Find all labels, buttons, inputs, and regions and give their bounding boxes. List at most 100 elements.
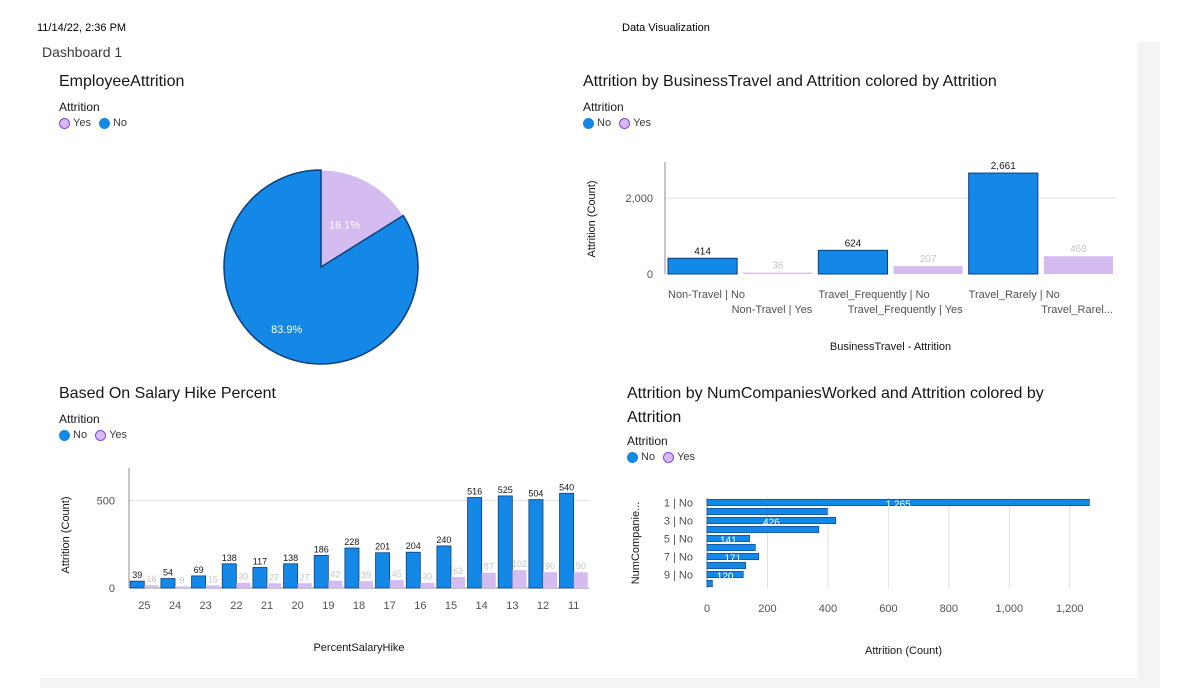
bar-value-label: 1,265: [886, 500, 911, 511]
bar-value-label: 204: [406, 541, 421, 551]
bar-value-label: 504: [528, 489, 543, 499]
bar-no: [344, 547, 360, 589]
y-tick-label: 9 | No: [664, 570, 693, 582]
bar: [817, 249, 888, 275]
bar-no: [191, 575, 207, 589]
no-swatch-icon: [59, 429, 70, 441]
x-tick-label: 21: [261, 600, 273, 612]
bar-value-label: 30: [422, 572, 432, 582]
x-tick-label: 17: [384, 600, 396, 612]
bar-value-label: 63: [453, 566, 463, 576]
travel-chart-panel: Attrition by BusinessTravel and Attritio…: [583, 70, 1123, 370]
bar-no: [252, 567, 268, 589]
bar-yes: [543, 572, 558, 588]
hike-chart-title: Based On Salary Hike Percent: [59, 385, 276, 402]
bar-value-label: 2,661: [991, 161, 1016, 172]
dashboard-canvas: Dashboard 1 EmployeeAttrition Attrition …: [40, 42, 1138, 678]
x-tick-label: 12: [537, 600, 549, 612]
bar-value-label: 69: [194, 565, 204, 575]
bar-yes: [389, 580, 404, 588]
legend-item-no[interactable]: No: [59, 429, 87, 441]
bar-value-label: 90: [545, 561, 555, 571]
x-axis-title: BusinessTravel - Attrition: [830, 341, 951, 353]
legend-item-yes[interactable]: Yes: [663, 451, 695, 463]
x-tick-label: 13: [506, 600, 518, 612]
bar-no: [160, 578, 176, 589]
bar-value-label: 540: [559, 482, 574, 492]
y-tick-label: 3 | No: [664, 516, 693, 528]
bar-value-label: 525: [498, 485, 513, 495]
x-tick-label: 1,000: [996, 603, 1024, 615]
y-axis-title: NumCompanie...: [630, 502, 642, 585]
x-axis-title: Attrition (Count): [865, 645, 942, 657]
bar-value-label: 468: [1070, 244, 1087, 255]
yes-swatch-icon: [663, 451, 675, 463]
bar-value-label: 39: [361, 570, 371, 580]
bar-no: [129, 580, 145, 589]
dashboard-title: Dashboard 1: [42, 44, 123, 60]
x-tick-label: 25: [138, 600, 150, 612]
pie-label-no: 83.9%: [271, 324, 302, 336]
bar-value-label: 36: [772, 261, 784, 272]
pie-chart-svg: 16.1% 83.9%: [223, 169, 419, 365]
print-header: 11/14/22, 2:36 PM Data Visualization: [0, 0, 1199, 40]
bar-value-label: 120: [717, 572, 734, 583]
bar-value-label: 414: [694, 246, 711, 257]
legend-item-no[interactable]: No: [627, 451, 655, 463]
companies-legend-title: Attrition: [627, 434, 668, 448]
x-tick-label: 400: [819, 603, 837, 615]
bar-no: [497, 495, 513, 589]
bar: [893, 266, 963, 274]
bar-no: [283, 563, 299, 589]
pie-chart-panel: EmployeeAttrition Attrition Yes No 16.1%…: [59, 70, 529, 370]
hike-legend-title: Attrition: [59, 412, 100, 426]
legend-label-yes: Yes: [633, 117, 652, 129]
bar-value-label: 117: [253, 556, 267, 566]
bar-value-label: 90: [576, 561, 586, 571]
legend-item-no[interactable]: No: [583, 117, 611, 129]
bar-value-label: 9: [180, 575, 185, 585]
x-tick-label: 15: [445, 600, 457, 612]
bar-value-label: 39: [132, 570, 142, 580]
bar-no: [467, 497, 483, 589]
x-tick-label: 200: [758, 603, 776, 615]
x-tick-label: 0: [704, 603, 710, 615]
legend-item-no[interactable]: No: [98, 117, 128, 129]
legend-item-yes[interactable]: Yes: [95, 429, 127, 441]
no-swatch-icon: [627, 451, 638, 463]
legend-label-no: No: [112, 117, 128, 129]
legend-label-yes: Yes: [677, 451, 696, 463]
print-title: Data Visualization: [622, 22, 710, 34]
bar-no: [405, 551, 421, 589]
x-tick-label: 14: [476, 600, 488, 612]
x-tick-label: Travel_Frequently | No: [818, 289, 929, 301]
y-axis-title: Attrition (Count): [586, 180, 598, 257]
bar: [706, 543, 756, 552]
x-tick-label: 22: [230, 600, 242, 612]
legend-label-yes: Yes: [109, 429, 128, 441]
y-tick-label: 7 | No: [664, 552, 693, 564]
x-tick-label: 23: [200, 600, 212, 612]
bar: [706, 561, 746, 570]
hike-chart-svg: 0 500 Attrition (Count) 39 16 25 54 9 24 69 15 23 13…: [60, 468, 589, 654]
y-tick-label: 0: [109, 583, 115, 595]
yes-swatch-icon: [95, 429, 107, 441]
yes-swatch-icon: [59, 117, 70, 129]
legend-item-yes[interactable]: Yes: [619, 117, 651, 129]
x-tick-label: Non-Travel | Yes: [732, 304, 813, 316]
y-axis-title: Attrition (Count): [60, 496, 72, 573]
bar-value-label: 27: [269, 572, 279, 582]
hike-chart-panel: Based On Salary Hike Percent Attrition N…: [59, 382, 599, 672]
companies-legend: No Yes: [627, 451, 1127, 463]
x-tick-label: 20: [292, 600, 304, 612]
legend-item-yes[interactable]: Yes: [59, 117, 91, 129]
x-tick-label: 600: [879, 603, 897, 615]
bar-value-label: 42: [330, 570, 340, 580]
bar-value-label: 624: [845, 238, 862, 249]
bar-yes: [297, 583, 312, 588]
bar-yes: [236, 582, 251, 588]
bar-value-label: 228: [344, 537, 359, 547]
bar-value-label: 45: [392, 569, 402, 579]
bar-no: [313, 554, 329, 589]
x-tick-label: 11: [568, 600, 579, 612]
